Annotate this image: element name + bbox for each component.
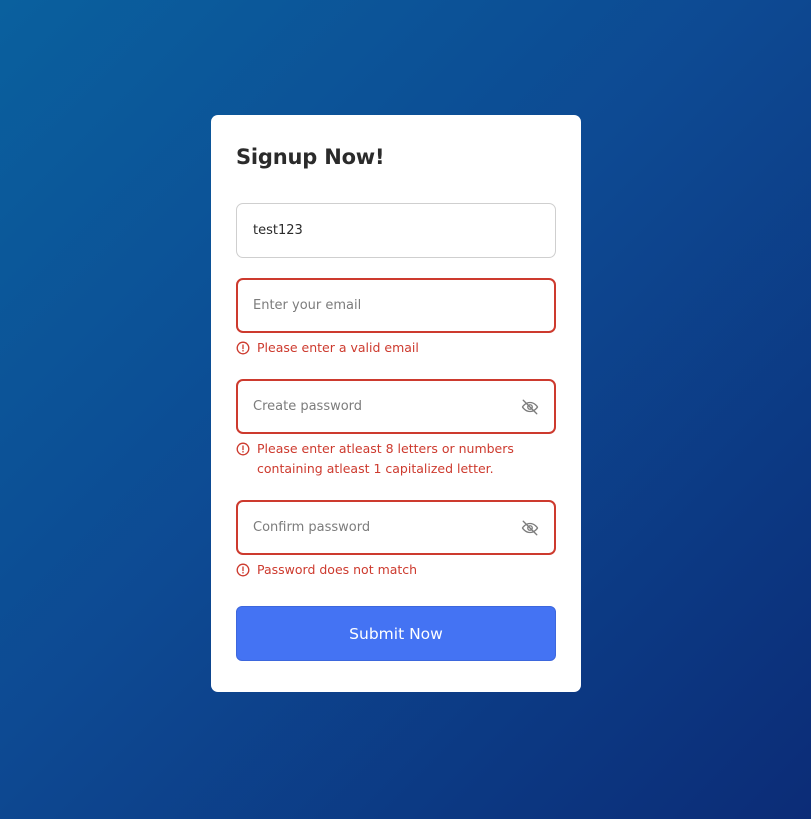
form-title: Signup Now!	[236, 145, 385, 169]
password-error: Please enter atleast 8 letters or number…	[236, 439, 556, 479]
password-error-text: Please enter atleast 8 letters or number…	[257, 439, 514, 479]
signup-card: Signup Now! Please enter a valid email	[211, 115, 581, 692]
confirm-password-input[interactable]	[253, 520, 521, 535]
submit-button[interactable]: Submit Now	[236, 606, 556, 661]
alert-circle-icon	[236, 442, 250, 456]
confirm-password-error: Password does not match	[236, 560, 556, 580]
username-field[interactable]	[236, 203, 556, 258]
email-field[interactable]	[236, 278, 556, 333]
password-input[interactable]	[253, 399, 521, 414]
eye-off-icon[interactable]	[521, 398, 539, 416]
password-error-line2: containing atleast 1 capitalized letter.	[257, 461, 494, 476]
confirm-password-error-text: Password does not match	[257, 562, 418, 577]
username-input[interactable]	[253, 223, 539, 238]
alert-circle-icon	[236, 563, 250, 577]
confirm-password-field[interactable]	[236, 500, 556, 555]
eye-off-icon[interactable]	[521, 519, 539, 537]
email-input[interactable]	[253, 298, 539, 313]
password-error-line1: Please enter atleast 8 letters or number…	[257, 441, 514, 456]
password-field[interactable]	[236, 379, 556, 434]
email-error-text: Please enter a valid email	[257, 340, 419, 355]
alert-circle-icon	[236, 341, 250, 355]
email-error: Please enter a valid email	[236, 338, 556, 358]
